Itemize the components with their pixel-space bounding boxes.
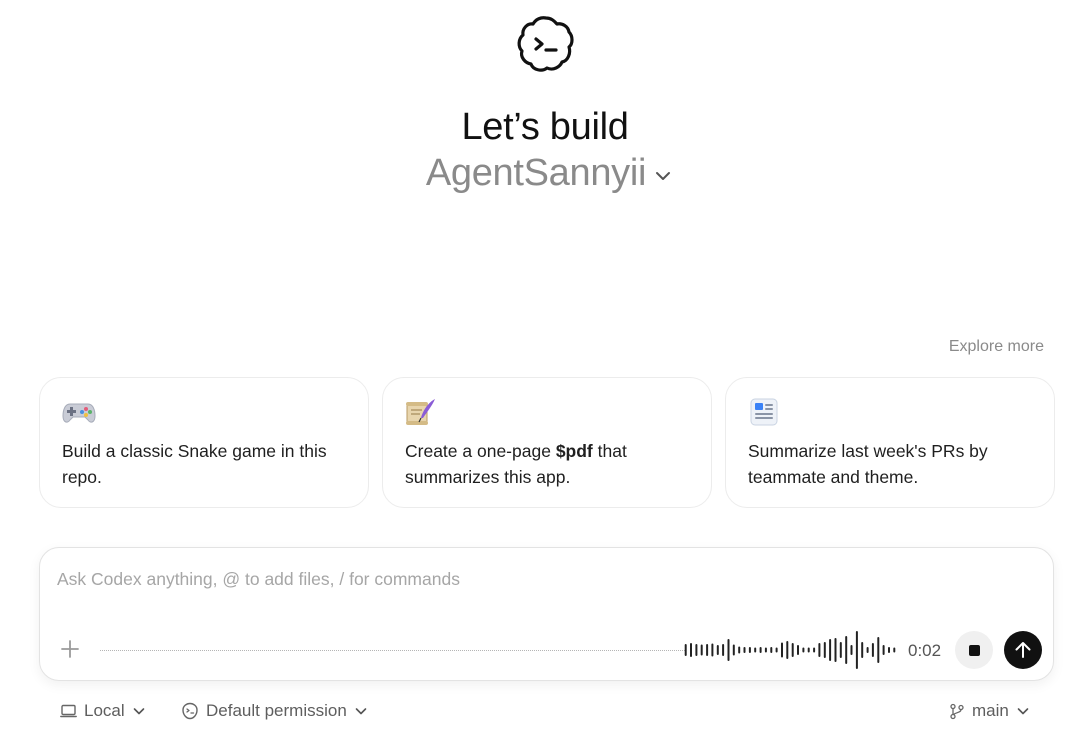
suggestion-card-pdf[interactable]: Create a one-page $pdf that summarizes t… [382,377,712,508]
suggestion-text: Create a one-page $pdf that summarizes t… [405,438,689,490]
waveform-baseline [100,650,685,651]
stop-icon [968,644,980,656]
send-button[interactable] [1004,631,1042,669]
game-controller-icon [62,403,96,423]
audio-waveform [684,631,896,669]
suggestion-card-snake[interactable]: Build a classic Snake game in this repo. [39,377,369,508]
permission-selector[interactable]: Default permission [181,700,368,722]
prompt-input[interactable]: Ask Codex anything, @ to add files, / fo… [57,569,460,590]
codex-logo-icon [517,16,574,72]
permission-label: Default permission [206,701,347,720]
document-list-icon [750,398,778,426]
laptop-icon [60,704,77,718]
recording-timer: 0:02 [908,641,942,660]
project-selector[interactable]: AgentSannyii [0,150,1080,196]
chevron-down-icon [656,172,671,180]
branch-label: main [972,701,1009,720]
explore-more-link[interactable]: Explore more [949,337,1044,357]
shield-face-icon [182,702,198,720]
arrow-up-icon [1015,642,1031,658]
suggestion-text-part: Create a one-page [405,441,556,461]
suggestion-text: Build a classic Snake game in this repo. [62,441,327,487]
scroll-quill-icon [406,399,435,425]
project-name: AgentSannyii [425,152,647,194]
page-title: Let’s build [461,106,629,148]
environment-label: Local [84,701,125,720]
codex-new-task-screen: Let’s build AgentSannyii Explore more Bu… [0,0,1080,733]
chevron-down-icon [1017,708,1029,715]
git-branch-icon [950,703,964,719]
environment-selector[interactable]: Local [60,700,146,722]
branch-selector[interactable]: main [949,700,1030,722]
suggestion-text: Summarize last week's PRs by teammate an… [748,441,988,487]
suggestion-cards: Build a classic Snake game in this repo.… [39,377,1055,508]
skill-mention: $pdf [555,441,593,461]
suggestion-card-prs[interactable]: Summarize last week's PRs by teammate an… [725,377,1055,508]
add-attachment-icon[interactable] [60,639,80,659]
prompt-composer[interactable]: Ask Codex anything, @ to add files, / fo… [39,547,1054,681]
chevron-down-icon [355,708,367,715]
stop-recording-button[interactable] [955,631,993,669]
chevron-down-icon [133,708,144,715]
